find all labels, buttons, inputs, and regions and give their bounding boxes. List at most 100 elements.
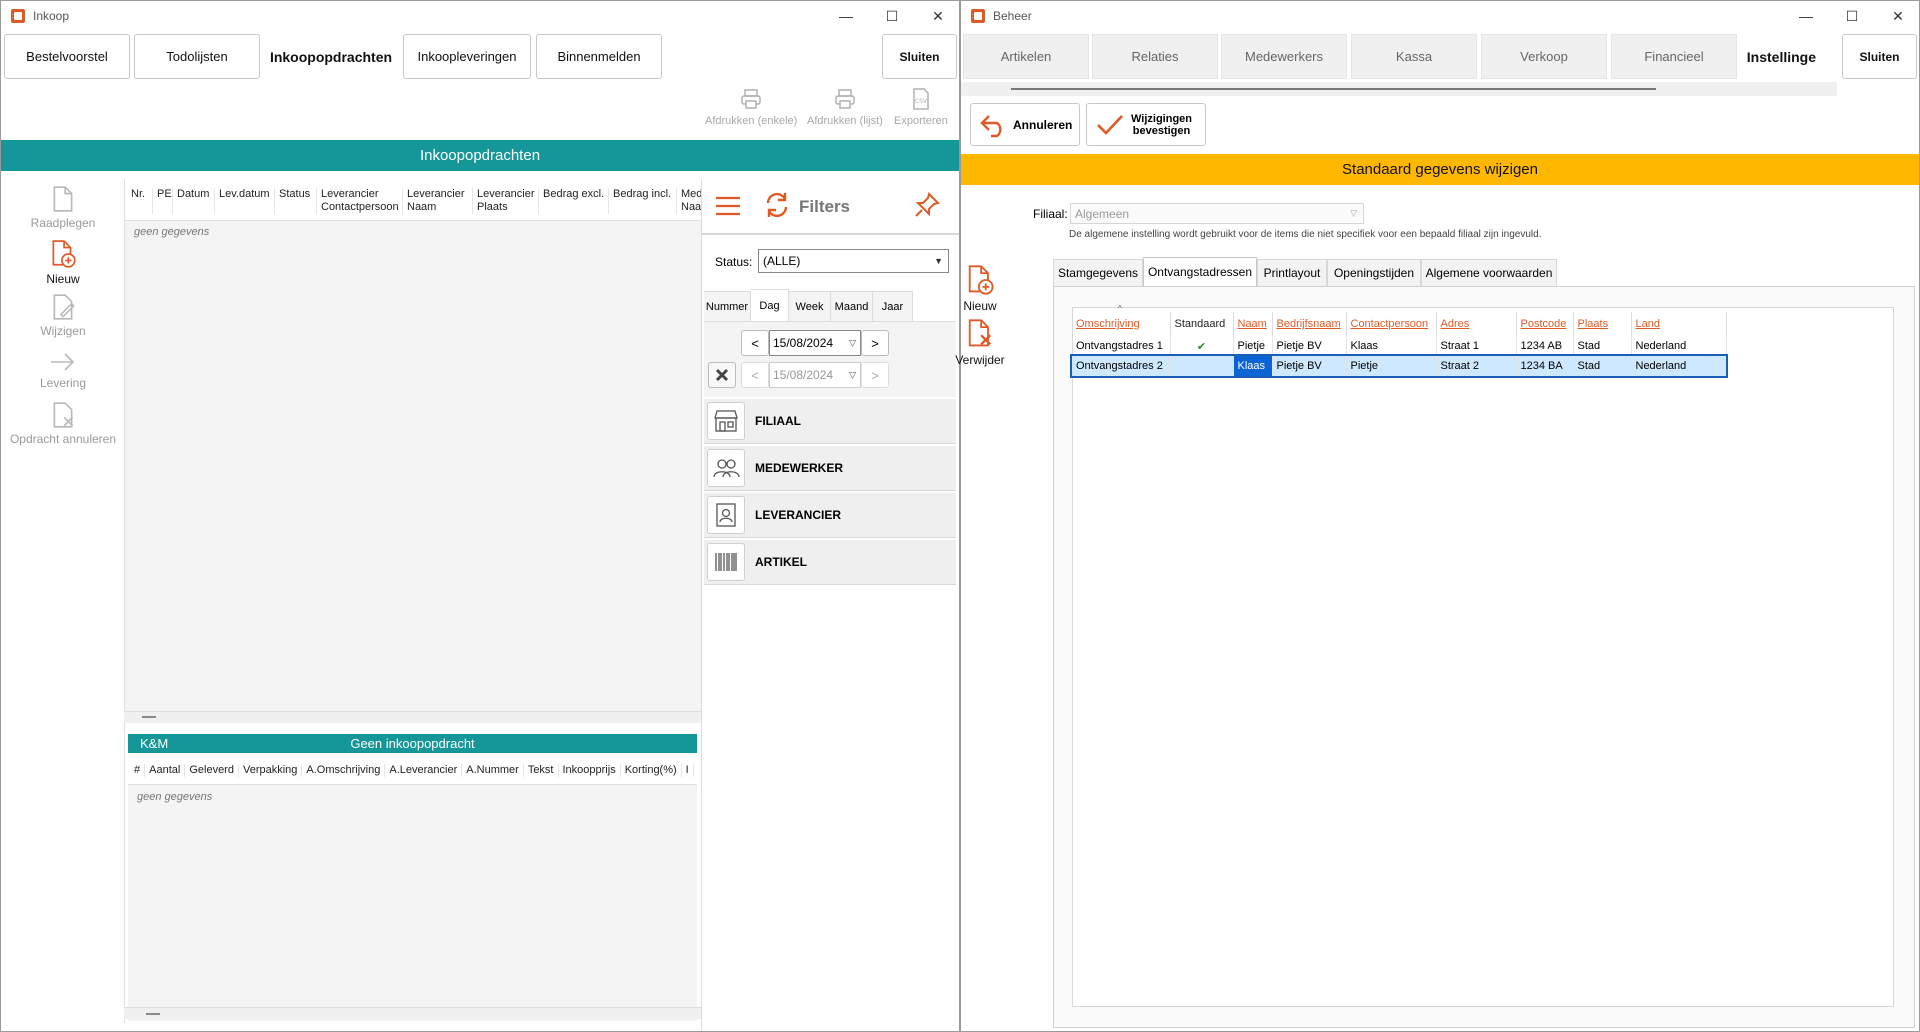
- date-to-input[interactable]: 15/08/2024 ▽: [769, 362, 861, 388]
- orders-column-header[interactable]: Lev.datum: [215, 188, 275, 214]
- tab-financieel[interactable]: Financieel: [1611, 34, 1737, 79]
- orders-column-header[interactable]: Datum: [173, 188, 215, 214]
- cancel-button[interactable]: Annuleren: [970, 103, 1080, 146]
- orders-column-header[interactable]: Leverancier Contactpersoon: [317, 188, 403, 214]
- cancel-order-button[interactable]: Opdracht annuleren: [3, 401, 123, 446]
- table-cell[interactable]: Stad: [1573, 356, 1632, 376]
- address-column-header[interactable]: Bedrijfsnaam: [1272, 312, 1347, 336]
- table-cell[interactable]: Nederland: [1631, 336, 1727, 356]
- tab-scrollbar[interactable]: [961, 82, 1837, 96]
- tab-stamgegevens[interactable]: Stamgegevens: [1053, 259, 1143, 286]
- tab-algemene-voorwaarden[interactable]: Algemene voorwaarden: [1421, 259, 1557, 286]
- new-address-button[interactable]: Nieuw: [945, 264, 1015, 313]
- orders-column-header[interactable]: Bedrag incl.: [609, 188, 677, 214]
- detail-column-header[interactable]: Verpakking: [239, 764, 303, 777]
- table-row[interactable]: Ontvangstadres 1 ✔ Pietje Pietje BV Klaas Str…: [1072, 336, 1727, 356]
- table-cell[interactable]: Straat 2: [1436, 356, 1517, 376]
- table-cell[interactable]: Ontvangstadres 1: [1072, 336, 1171, 356]
- table-cell[interactable]: Pietje: [1346, 356, 1437, 376]
- date-to-next-button[interactable]: >: [861, 362, 889, 388]
- table-cell[interactable]: Stad: [1573, 336, 1632, 356]
- filter-artikel[interactable]: ARTIKEL: [704, 540, 956, 585]
- detail-column-header[interactable]: A.Omschrijving: [302, 764, 386, 777]
- filter-leverancier[interactable]: LEVERANCIER: [704, 493, 956, 538]
- tab-ontvangstadressen[interactable]: Ontvangstadressen: [1143, 257, 1257, 286]
- address-column-header[interactable]: Naam: [1233, 312, 1273, 336]
- close-window-button[interactable]: ✕: [915, 1, 959, 31]
- table-cell[interactable]: Straat 1: [1436, 336, 1517, 356]
- tab-medewerkers[interactable]: Medewerkers: [1221, 34, 1347, 79]
- new-button[interactable]: Nieuw: [3, 239, 123, 286]
- date-prev-button[interactable]: <: [741, 330, 769, 356]
- filter-medewerker[interactable]: MEDEWERKER: [704, 446, 956, 491]
- maximize-button[interactable]: ☐: [1829, 1, 1875, 31]
- minimize-button[interactable]: —: [1783, 1, 1829, 31]
- table-cell[interactable]: [1170, 356, 1234, 376]
- address-column-header[interactable]: Omschrijving: [1072, 312, 1171, 336]
- table-cell[interactable]: 1234 AB: [1516, 336, 1574, 356]
- detail-column-header[interactable]: Geleverd: [185, 764, 239, 777]
- detail-column-header[interactable]: Aantal: [145, 764, 186, 777]
- period-tab-week[interactable]: Week: [789, 291, 831, 321]
- period-tab-dag[interactable]: Dag: [751, 289, 789, 321]
- tab-openingstijden[interactable]: Openingstijden: [1327, 259, 1421, 286]
- print-list-button[interactable]: Afdrukken (lijst): [807, 87, 883, 127]
- date-from-input[interactable]: 15/08/2024 ▽: [769, 330, 861, 356]
- status-select[interactable]: (ALLE) ▼: [758, 249, 949, 273]
- tab-todolijsten[interactable]: Todolijsten: [134, 34, 260, 79]
- address-column-header[interactable]: Standaard: [1170, 312, 1234, 336]
- table-cell[interactable]: ✔: [1170, 336, 1234, 356]
- address-column-header[interactable]: Plaats: [1573, 312, 1632, 336]
- tab-bestelvoorstel[interactable]: Bestelvoorstel: [4, 34, 130, 79]
- splitter-bottom[interactable]: [124, 1007, 701, 1019]
- table-cell[interactable]: Nederland: [1631, 356, 1727, 376]
- clear-date-button[interactable]: [708, 362, 736, 388]
- orders-column-header[interactable]: Nr.: [127, 188, 153, 214]
- orders-column-header[interactable]: PE: [153, 188, 173, 214]
- tab-binnenmelden[interactable]: Binnenmelden: [536, 34, 662, 79]
- tab-kassa[interactable]: Kassa: [1351, 34, 1477, 79]
- detail-column-header[interactable]: I: [682, 764, 694, 777]
- orders-column-header[interactable]: Bedrag excl.: [539, 188, 609, 214]
- refresh-icon[interactable]: [763, 191, 791, 219]
- detail-column-header[interactable]: A.Nummer: [462, 764, 524, 777]
- detail-column-header[interactable]: Inkoopprijs: [559, 764, 621, 777]
- orders-column-header[interactable]: Status: [275, 188, 317, 214]
- detail-column-header[interactable]: #: [130, 764, 146, 777]
- view-button[interactable]: Raadplegen: [3, 185, 123, 230]
- tab-inkoopleveringen[interactable]: Inkoopleveringen: [403, 34, 531, 79]
- close-window-button[interactable]: ✕: [1875, 1, 1919, 31]
- maximize-button[interactable]: ☐: [869, 1, 915, 31]
- tab-printlayout[interactable]: Printlayout: [1257, 259, 1327, 286]
- period-tab-maand[interactable]: Maand: [831, 291, 873, 321]
- delete-address-button[interactable]: Verwijder: [945, 318, 1015, 367]
- table-cell[interactable]: Pietje: [1233, 336, 1273, 356]
- export-button[interactable]: CSV Exporteren: [894, 87, 948, 127]
- detail-grid[interactable]: # Aantal Geleverd Verpakking A.Omschrijving A…: [128, 753, 697, 1021]
- detail-column-header[interactable]: Tekst: [524, 764, 559, 777]
- address-column-header[interactable]: Land: [1631, 312, 1727, 336]
- filter-filiaal[interactable]: FILIAAL: [704, 399, 956, 444]
- filiaal-select[interactable]: Algemeen ▽: [1070, 203, 1364, 224]
- pin-icon[interactable]: [913, 191, 941, 219]
- address-column-header[interactable]: Postcode: [1516, 312, 1574, 336]
- title-bar[interactable]: Inkoop: [1, 1, 959, 31]
- print-single-button[interactable]: Afdrukken (enkele): [705, 87, 797, 127]
- orders-grid[interactable]: Nr. PE Datum Lev.datum Status Leverancier Cont…: [124, 179, 707, 711]
- table-cell[interactable]: Pietje BV: [1272, 356, 1347, 376]
- splitter[interactable]: [124, 711, 701, 723]
- tab-artikelen[interactable]: Artikelen: [963, 34, 1089, 79]
- date-to-prev-button[interactable]: <: [741, 362, 769, 388]
- confirm-changes-button[interactable]: Wijzigingen bevestigen: [1086, 103, 1206, 146]
- address-column-header[interactable]: Adres: [1436, 312, 1517, 336]
- table-cell[interactable]: Pietje BV: [1272, 336, 1347, 356]
- address-table[interactable]: Omschrijving Standaard Naam Bedrijfsnaam Con…: [1070, 312, 1728, 378]
- table-cell[interactable]: Ontvangstadres 2: [1072, 356, 1171, 376]
- table-cell[interactable]: 1234 BA: [1516, 356, 1574, 376]
- detail-column-header[interactable]: A.Leverancier: [385, 764, 463, 777]
- tab-verkoop[interactable]: Verkoop: [1481, 34, 1607, 79]
- title-bar[interactable]: Beheer: [961, 1, 1919, 31]
- menu-icon[interactable]: [715, 195, 741, 217]
- table-cell[interactable]: Klaas: [1233, 356, 1273, 376]
- date-next-button[interactable]: >: [861, 330, 889, 356]
